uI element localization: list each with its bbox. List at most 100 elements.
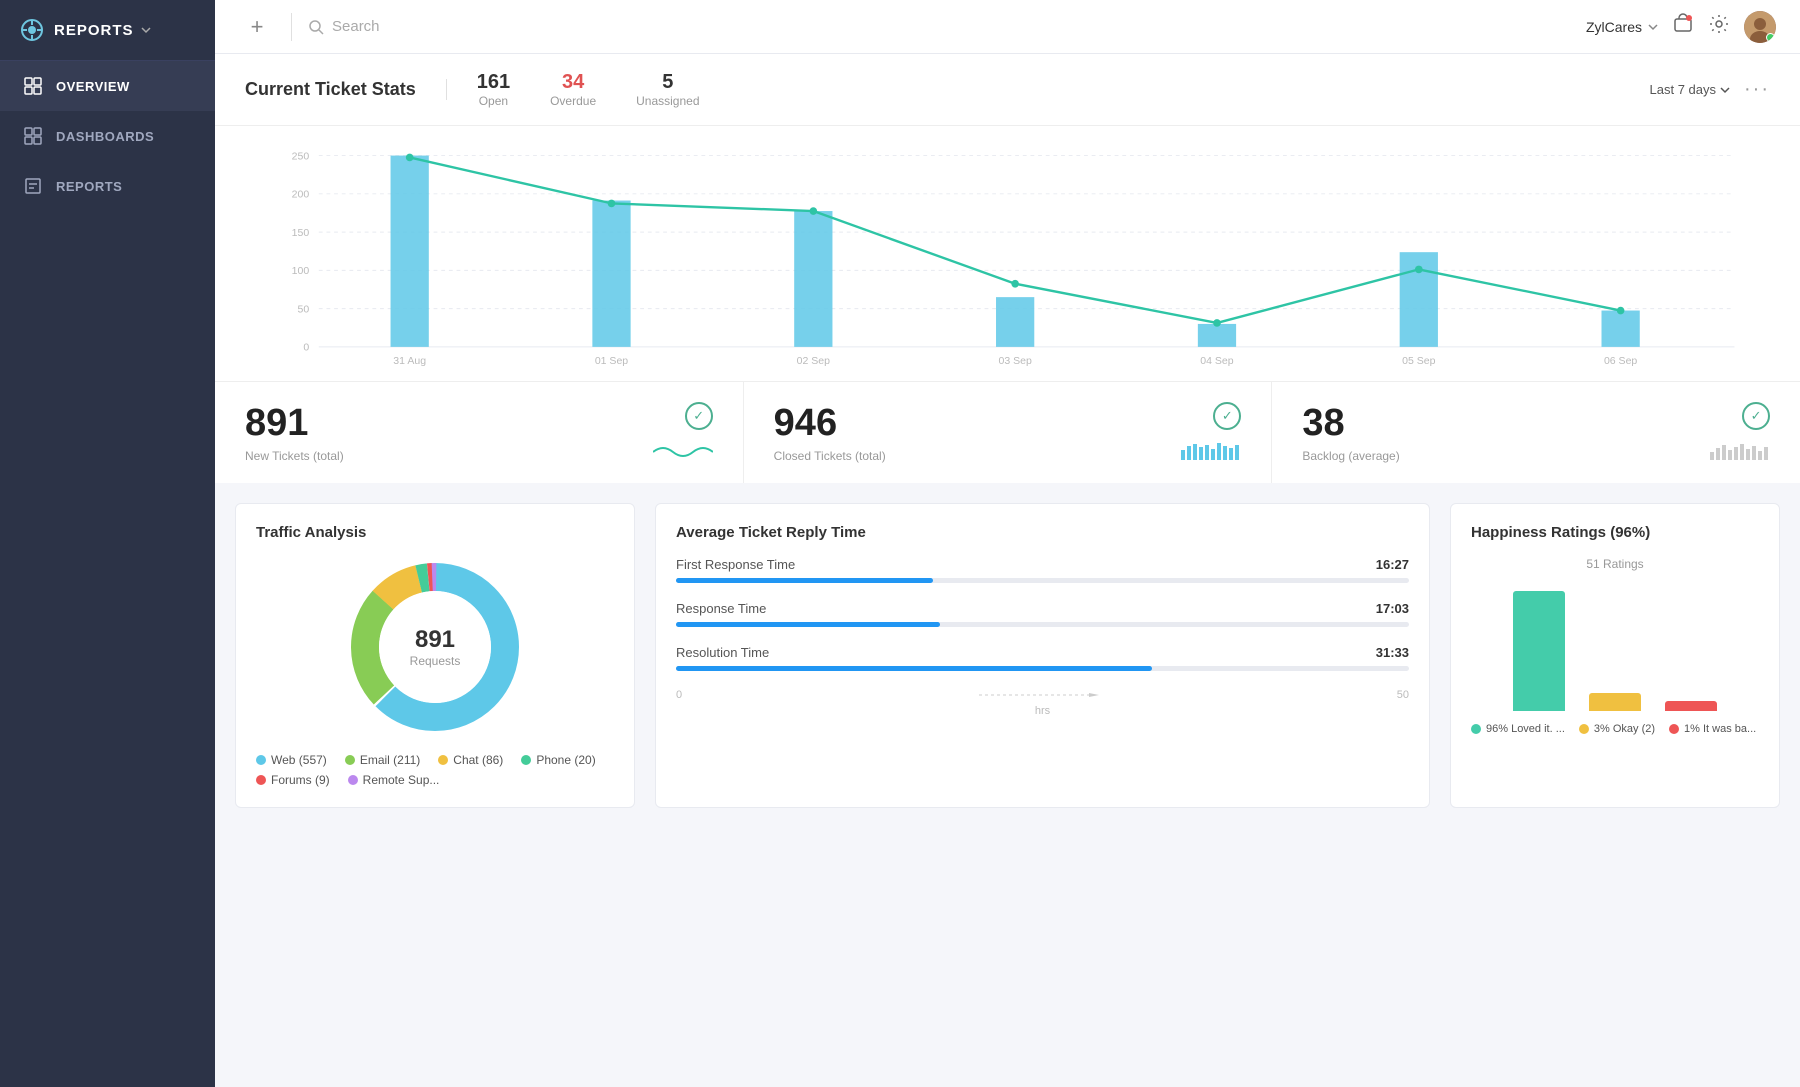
stats-header: Current Ticket Stats 161 Open 34 Overdue… bbox=[215, 54, 1800, 126]
svg-text:200: 200 bbox=[292, 189, 310, 201]
reply-label-resolution: Resolution Time bbox=[676, 645, 769, 660]
line-dot-0 bbox=[406, 154, 414, 162]
legend-dot-okay bbox=[1579, 724, 1589, 734]
reply-time-response: 17:03 bbox=[1376, 601, 1409, 616]
kpi-new-tickets-right: ✓ bbox=[653, 402, 713, 460]
sidebar-item-dashboards-label: DASHBOARDS bbox=[56, 129, 154, 144]
axis-end-wrap: 50 bbox=[1397, 689, 1409, 701]
sidebar-logo[interactable]: REPORTS bbox=[0, 0, 215, 61]
legend-dot-phone bbox=[521, 755, 531, 765]
legend-forums: Forums (9) bbox=[256, 773, 330, 787]
stat-overdue: 34 Overdue bbox=[550, 71, 596, 108]
settings-icon bbox=[1708, 13, 1730, 35]
reply-row-resolution: Resolution Time 31:33 bbox=[676, 645, 1409, 671]
notifications-button[interactable] bbox=[1672, 13, 1694, 40]
reply-axis: 0 50 bbox=[676, 689, 1409, 701]
legend-dot-forums bbox=[256, 775, 266, 785]
sidebar-item-reports[interactable]: REPORTS bbox=[0, 161, 215, 211]
happiness-label-okay: 3% Okay (2) bbox=[1594, 723, 1655, 735]
main-content: + Search ZylCares bbox=[215, 0, 1800, 1087]
legend-label-web: Web (557) bbox=[271, 753, 327, 767]
line-dot-4 bbox=[1213, 319, 1221, 327]
dropdown-icon bbox=[140, 24, 152, 36]
svg-text:06 Sep: 06 Sep bbox=[1604, 355, 1637, 366]
legend-label-email: Email (211) bbox=[360, 753, 420, 767]
topbar-right: ZylCares bbox=[1586, 11, 1776, 43]
legend-dot-chat bbox=[438, 755, 448, 765]
logo-icon bbox=[20, 18, 44, 42]
reply-bar-resolution bbox=[676, 666, 1152, 671]
legend-dot-loved bbox=[1471, 724, 1481, 734]
more-options-button[interactable]: ··· bbox=[1744, 78, 1770, 101]
kpi-closed-tickets-value: 946 bbox=[774, 402, 886, 445]
legend-dot-email bbox=[345, 755, 355, 765]
kpi-new-tickets: 891 New Tickets (total) ✓ bbox=[215, 382, 744, 483]
legend-label-remote: Remote Sup... bbox=[363, 773, 440, 787]
sidebar: REPORTS OVERVIEW DASHBOARDS REPORTS bbox=[0, 0, 215, 1087]
add-button[interactable]: + bbox=[239, 9, 275, 45]
hbar-bad bbox=[1665, 701, 1717, 711]
donut-sub: Requests bbox=[410, 654, 461, 668]
axis-unit: hrs bbox=[676, 705, 1409, 717]
kpi-closed-check: ✓ bbox=[1213, 402, 1241, 430]
reply-time-first: 16:27 bbox=[1376, 557, 1409, 572]
donut-number: 891 bbox=[410, 626, 461, 654]
kpi-closed-tickets: 946 Closed Tickets (total) ✓ bbox=[744, 382, 1273, 483]
hbar-bad-bar bbox=[1665, 701, 1717, 711]
settings-button[interactable] bbox=[1708, 13, 1730, 40]
user-name: ZylCares bbox=[1586, 19, 1642, 35]
bar-02sep bbox=[794, 211, 832, 347]
bar-04sep bbox=[1198, 324, 1236, 347]
kpi-new-check: ✓ bbox=[685, 402, 713, 430]
donut-label: 891 Requests bbox=[410, 626, 461, 668]
happiness-title: Happiness Ratings (96%) bbox=[1471, 524, 1759, 541]
bar-01sep bbox=[592, 201, 630, 347]
happiness-subtitle: 51 Ratings bbox=[1471, 557, 1759, 571]
happiness-legend-loved: 96% Loved it. ... bbox=[1471, 723, 1565, 735]
svg-text:02 Sep: 02 Sep bbox=[797, 355, 830, 366]
avatar[interactable] bbox=[1744, 11, 1776, 43]
sparkline-new bbox=[653, 440, 713, 460]
line-dot-1 bbox=[608, 200, 616, 208]
axis-end: 50 bbox=[1397, 689, 1409, 701]
search-bar[interactable]: Search bbox=[308, 18, 1586, 35]
happiness-label-bad: 1% It was ba... bbox=[1684, 723, 1756, 735]
stat-open: 161 Open bbox=[477, 71, 510, 108]
svg-text:50: 50 bbox=[298, 303, 310, 315]
reply-row-first: First Response Time 16:27 bbox=[676, 557, 1409, 583]
stat-unassigned-label: Unassigned bbox=[636, 94, 699, 108]
reply-time-resolution: 31:33 bbox=[1376, 645, 1409, 660]
panel-reply-time: Average Ticket Reply Time First Response… bbox=[655, 503, 1430, 808]
traffic-title: Traffic Analysis bbox=[256, 524, 614, 541]
stats-title: Current Ticket Stats bbox=[245, 79, 447, 100]
axis-line bbox=[979, 693, 1099, 697]
sidebar-item-dashboards[interactable]: DASHBOARDS bbox=[0, 111, 215, 161]
kpi-closed-tickets-right: ✓ bbox=[1181, 402, 1241, 460]
hbar-okay-bar bbox=[1589, 693, 1641, 711]
svg-text:01 Sep: 01 Sep bbox=[595, 355, 628, 366]
kpi-backlog-value: 38 bbox=[1302, 402, 1399, 445]
period-label: Last 7 days bbox=[1650, 82, 1717, 97]
panel-traffic: Traffic Analysis bbox=[235, 503, 635, 808]
legend-dot-remote bbox=[348, 775, 358, 785]
happiness-legend: 96% Loved it. ... 3% Okay (2) 1% It was … bbox=[1471, 723, 1759, 735]
bar-06sep bbox=[1602, 311, 1640, 347]
stat-open-label: Open bbox=[477, 94, 510, 108]
period-selector[interactable]: Last 7 days bbox=[1650, 82, 1731, 97]
kpi-backlog-right: ✓ bbox=[1710, 402, 1770, 460]
line-dot-6 bbox=[1617, 307, 1625, 315]
sparkline-closed bbox=[1181, 440, 1241, 460]
happiness-legend-bad: 1% It was ba... bbox=[1669, 723, 1756, 735]
dashboards-icon bbox=[24, 127, 42, 145]
stat-open-value: 161 bbox=[477, 71, 510, 94]
stat-overdue-label: Overdue bbox=[550, 94, 596, 108]
kpi-closed-tickets-label: Closed Tickets (total) bbox=[774, 449, 886, 463]
sidebar-item-overview[interactable]: OVERVIEW bbox=[0, 61, 215, 111]
legend-label-chat: Chat (86) bbox=[453, 753, 503, 767]
kpi-new-tickets-value: 891 bbox=[245, 402, 344, 445]
user-menu[interactable]: ZylCares bbox=[1586, 19, 1658, 35]
reply-time-title: Average Ticket Reply Time bbox=[676, 524, 1409, 541]
svg-text:100: 100 bbox=[292, 265, 310, 277]
sparkline-backlog bbox=[1710, 440, 1770, 460]
legend-email: Email (211) bbox=[345, 753, 420, 767]
